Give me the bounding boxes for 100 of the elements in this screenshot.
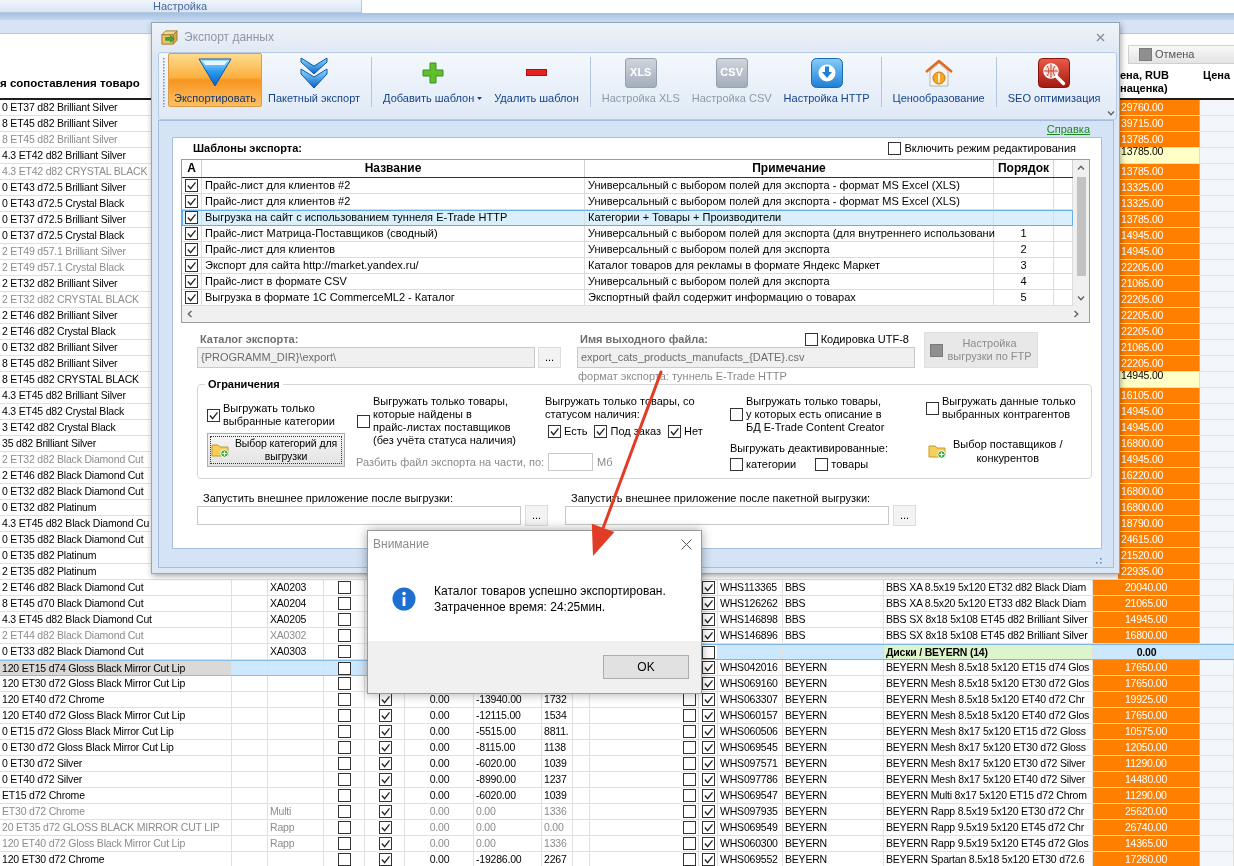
- checkbox[interactable]: [378, 757, 392, 770]
- checkbox[interactable]: [594, 425, 608, 438]
- toolbar-button[interactable]: Настройка HTTP: [777, 53, 876, 107]
- checkbox[interactable]: [378, 725, 392, 738]
- checkbox[interactable]: [338, 741, 351, 754]
- close-icon[interactable]: [681, 538, 692, 550]
- checkbox[interactable]: [338, 757, 351, 770]
- checkbox[interactable]: [338, 821, 351, 834]
- checkbox[interactable]: [804, 332, 818, 346]
- checkbox[interactable]: [683, 773, 696, 786]
- checkbox[interactable]: [702, 613, 715, 626]
- checkbox[interactable]: [730, 458, 743, 471]
- checkbox[interactable]: [702, 789, 715, 802]
- checkbox[interactable]: [378, 789, 392, 802]
- checkbox[interactable]: [338, 661, 351, 675]
- checkbox[interactable]: [730, 408, 743, 421]
- ribbon-tab[interactable]: Настройка: [0, 0, 362, 13]
- checkbox[interactable]: [185, 275, 198, 288]
- template-row[interactable]: Прайс-лист в формате CSV Универсальный с выбором полей для экспорта 4: [182, 274, 1073, 290]
- checkbox[interactable]: [338, 789, 351, 802]
- toolbar-button[interactable]: Удалить шаблон: [488, 53, 585, 107]
- checkbox[interactable]: [702, 629, 715, 642]
- checkbox[interactable]: [185, 259, 198, 272]
- text-field[interactable]: [548, 453, 594, 471]
- checkbox[interactable]: [683, 837, 696, 850]
- checkbox[interactable]: [888, 142, 902, 155]
- scroll-thumb[interactable]: [1076, 177, 1086, 276]
- toolbar-button[interactable]: Ценообразование: [886, 53, 991, 107]
- scrollbar[interactable]: [182, 306, 1089, 322]
- ok-button[interactable]: OK: [603, 655, 689, 679]
- checkbox[interactable]: [378, 773, 392, 786]
- browse-button[interactable]: ...: [525, 505, 548, 526]
- checkbox[interactable]: [702, 581, 715, 594]
- checkbox[interactable]: [702, 597, 715, 610]
- checkbox[interactable]: [548, 425, 561, 438]
- checkbox[interactable]: [338, 613, 351, 626]
- scrollbar[interactable]: [1073, 160, 1089, 306]
- template-row[interactable]: Прайс-лист для клиентов Универсальный с выбором полей для экспорта 2: [182, 242, 1073, 258]
- checkbox[interactable]: [185, 227, 198, 240]
- checkbox[interactable]: [702, 661, 715, 674]
- checkbox[interactable]: [338, 725, 351, 738]
- checkbox[interactable]: [702, 821, 715, 834]
- checkbox[interactable]: [683, 709, 696, 722]
- checkbox[interactable]: [702, 677, 715, 690]
- chevron-down-icon[interactable]: [1106, 111, 1115, 116]
- cancel-button[interactable]: Отмена: [1128, 45, 1234, 64]
- chevron-right-icon[interactable]: [1074, 310, 1079, 318]
- checkbox[interactable]: [338, 693, 351, 706]
- toolbar-button[interactable]: Добавить шаблон: [377, 53, 489, 107]
- select-suppliers-button[interactable]: Выбор поставщиков / конкурентов: [926, 437, 1063, 465]
- checkbox[interactable]: [702, 805, 715, 818]
- checkbox[interactable]: [357, 414, 370, 428]
- checkbox[interactable]: [338, 805, 351, 818]
- checkbox[interactable]: [683, 853, 696, 866]
- checkbox[interactable]: [926, 401, 939, 415]
- checkbox[interactable]: [338, 629, 351, 642]
- checkbox[interactable]: [702, 773, 715, 786]
- checkbox[interactable]: [185, 211, 198, 224]
- checkbox[interactable]: [378, 709, 392, 722]
- checkbox[interactable]: [683, 821, 696, 834]
- checkbox[interactable]: [702, 853, 715, 866]
- checkbox[interactable]: [378, 741, 392, 754]
- template-row[interactable]: Экспорт для сайта http://market.yandex.ru/ Каталог товаров для рекламы в формате Яндекс Маркет 3: [182, 258, 1073, 274]
- checkbox[interactable]: [702, 725, 715, 738]
- checkbox[interactable]: [702, 693, 715, 706]
- template-row[interactable]: Прайс-лист Матрица-Поставщиков (сводный) Универсальный с выбором полей для экспорта (для внутреннего использовани 1: [182, 226, 1073, 242]
- checkbox[interactable]: [338, 581, 351, 594]
- checkbox[interactable]: [207, 408, 220, 422]
- checkbox[interactable]: [702, 709, 715, 722]
- checkbox[interactable]: [338, 773, 351, 786]
- chevron-left-icon[interactable]: [187, 310, 192, 318]
- checkbox[interactable]: [338, 677, 351, 690]
- checkbox[interactable]: [378, 853, 392, 866]
- text-field[interactable]: [197, 506, 521, 525]
- checkbox[interactable]: [702, 757, 715, 770]
- checkbox[interactable]: [815, 458, 829, 471]
- checkbox[interactable]: [702, 645, 715, 659]
- checkbox[interactable]: [338, 645, 351, 658]
- checkbox[interactable]: [338, 709, 351, 722]
- checkbox[interactable]: [338, 837, 351, 850]
- checkbox[interactable]: [378, 805, 392, 818]
- checkbox[interactable]: [683, 741, 696, 754]
- checkbox[interactable]: [378, 821, 392, 834]
- checkbox[interactable]: [185, 243, 198, 256]
- toolbar-button[interactable]: SEO оптимизация: [1001, 53, 1107, 107]
- checkbox[interactable]: [185, 179, 198, 192]
- toolbar-button[interactable]: Экспортировать: [168, 53, 263, 107]
- checkbox[interactable]: [683, 725, 696, 738]
- resize-grip-icon[interactable]: [1094, 556, 1102, 564]
- browse-button[interactable]: ...: [893, 505, 916, 526]
- checkbox[interactable]: [683, 805, 696, 818]
- text-field[interactable]: [565, 506, 889, 525]
- checkbox[interactable]: [338, 597, 351, 610]
- help-link[interactable]: Справка: [1046, 122, 1090, 136]
- checkbox[interactable]: [338, 853, 351, 866]
- select-categories-button[interactable]: Выбор категорий для выгрузки: [207, 433, 345, 467]
- checkbox[interactable]: [683, 757, 696, 770]
- template-row[interactable]: Прайс-лист для клиентов #2 Универсальный с выбором полей для экспорта - формат MS Excel (XLS): [182, 178, 1073, 194]
- grip-icon[interactable]: [162, 57, 165, 107]
- checkbox[interactable]: [683, 789, 696, 802]
